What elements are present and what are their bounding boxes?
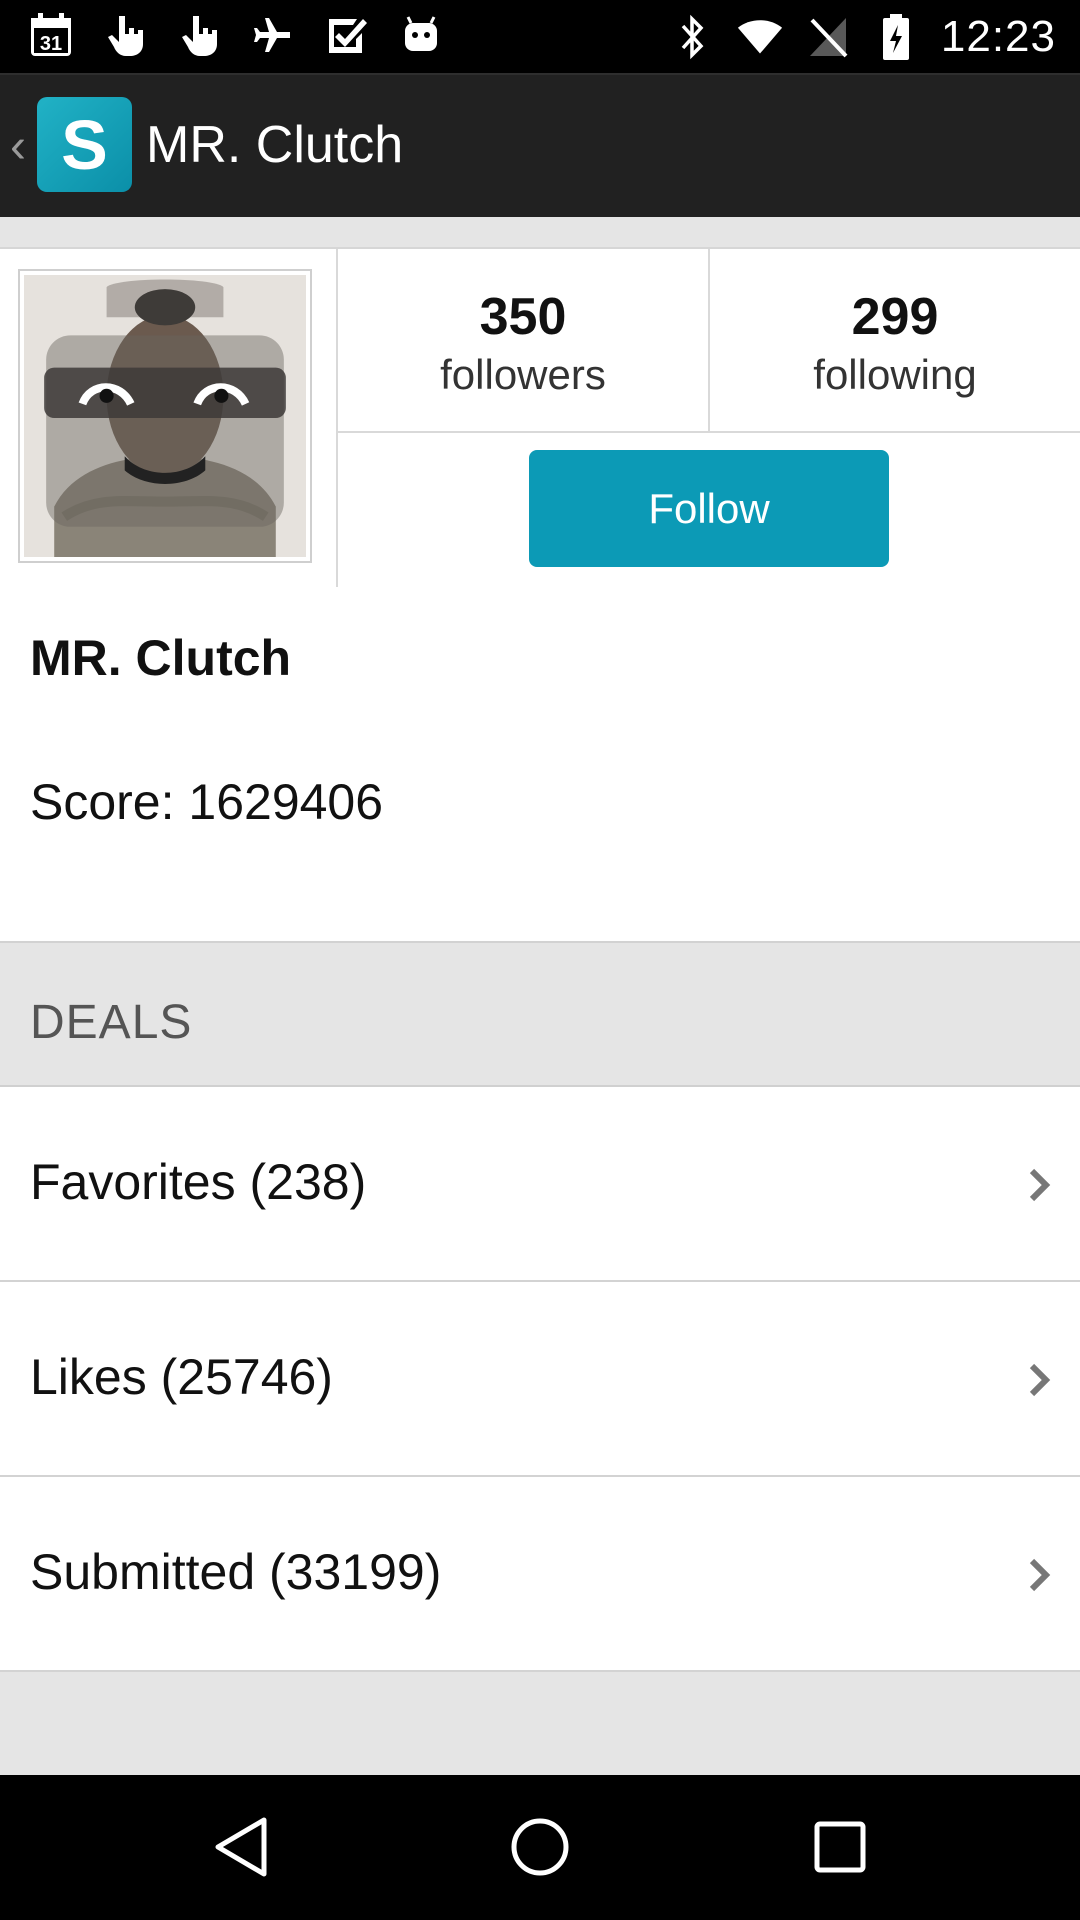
airplane-icon — [250, 12, 296, 58]
followers-label: followers — [440, 351, 606, 398]
hand-touch-icon — [176, 12, 222, 58]
bluetooth-icon — [669, 14, 715, 60]
home-icon[interactable] — [504, 1811, 576, 1883]
status-bar: 31 12:23 — [0, 0, 1080, 73]
no-signal-icon — [805, 14, 851, 60]
list-item-likes[interactable]: Likes (25746) — [0, 1282, 1080, 1477]
up-navigation[interactable]: ‹ S — [0, 75, 140, 217]
chevron-right-icon — [1029, 1168, 1051, 1202]
profile-card: 350 followers 299 following Follow — [0, 247, 1080, 589]
list-item-favorites[interactable]: Favorites (238) — [0, 1087, 1080, 1282]
system-icons: 12:23 — [669, 8, 1056, 66]
app-bar: ‹ S MR. Clutch — [0, 73, 1080, 217]
followers-count: 350 — [479, 288, 567, 346]
wifi-icon — [737, 14, 783, 60]
check-icon — [324, 12, 370, 58]
calendar-day: 31 — [40, 33, 62, 55]
app-logo: S — [37, 97, 132, 192]
notification-icons: 31 — [28, 12, 444, 58]
app-logo-letter: S — [61, 105, 108, 184]
followers-stat[interactable]: 350 followers — [338, 249, 710, 433]
avatar[interactable] — [18, 269, 312, 563]
page-title: MR. Clutch — [146, 116, 404, 174]
avatar-cell — [0, 249, 338, 587]
hand-touch-icon — [102, 12, 148, 58]
chevron-right-icon — [1029, 1558, 1051, 1592]
list-item-submitted[interactable]: Submitted (33199) — [0, 1477, 1080, 1672]
list-item-label: Submitted (33199) — [30, 1544, 442, 1600]
android-icon — [398, 12, 444, 58]
recents-icon[interactable] — [804, 1811, 876, 1883]
following-label: following — [813, 351, 977, 398]
avatar-image — [24, 275, 306, 557]
user-name: MR. Clutch — [30, 630, 292, 686]
user-score: Score: 1629406 — [30, 774, 384, 830]
back-icon[interactable] — [206, 1811, 278, 1883]
following-stat[interactable]: 299 following — [710, 249, 1080, 433]
list-item-label: Favorites (238) — [30, 1154, 367, 1210]
following-count: 299 — [851, 288, 939, 346]
status-clock: 12:23 — [940, 12, 1056, 61]
deals-list: Favorites (238) Likes (25746) Submitted … — [0, 1087, 1080, 1672]
deals-section-header: DEALS — [0, 943, 1080, 1087]
chevron-left-icon: ‹ — [10, 120, 26, 173]
user-info: MR. Clutch Score: 1629406 — [0, 587, 1080, 943]
navigation-bar — [0, 1775, 1080, 1920]
list-item-label: Likes (25746) — [30, 1349, 333, 1405]
follow-button[interactable]: Follow — [529, 450, 889, 567]
calendar-icon: 31 — [28, 12, 74, 58]
battery-icon — [873, 14, 919, 60]
section-title: DEALS — [30, 996, 193, 1049]
chevron-right-icon — [1029, 1363, 1051, 1397]
